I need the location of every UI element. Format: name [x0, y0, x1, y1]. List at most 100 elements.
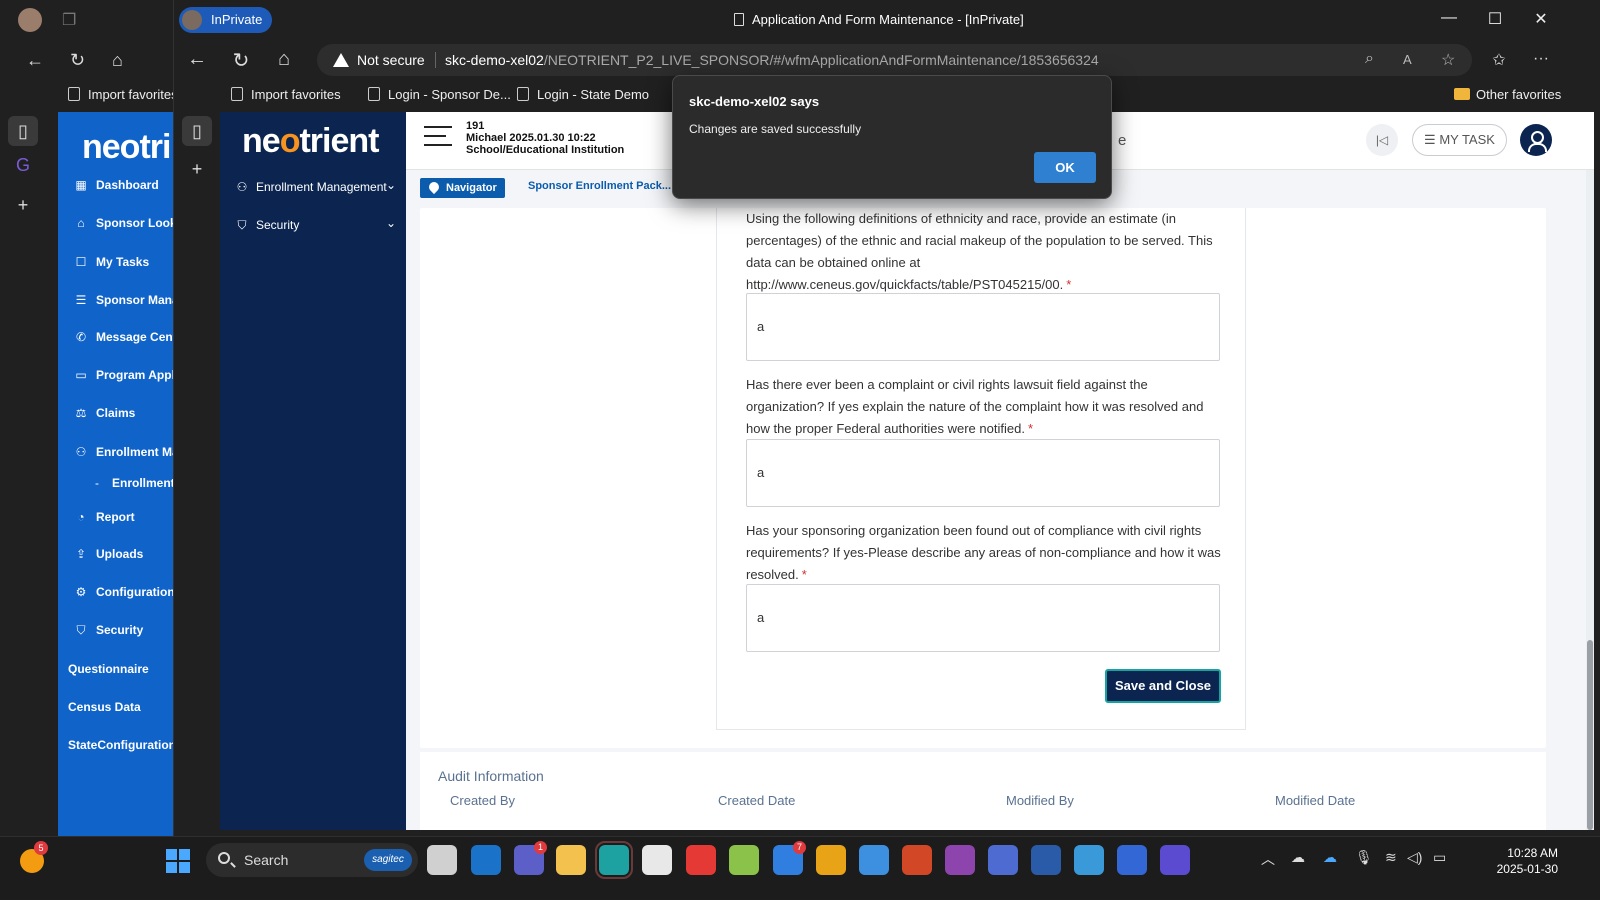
menu-toggle-icon[interactable] [424, 126, 454, 148]
scrollbar-thumb[interactable] [1587, 640, 1593, 830]
address-bar[interactable]: Not secure skc-demo-xel02/NEOTRIENT_P2_L… [317, 44, 1472, 76]
answer-field-1[interactable]: a [746, 293, 1220, 361]
page-tab-icon[interactable]: ▯ [182, 116, 212, 146]
navigator-button[interactable]: Navigator [420, 178, 505, 198]
favorite-star-icon[interactable]: ☆ [1441, 50, 1455, 70]
battery-icon[interactable]: ▭ [1433, 849, 1446, 866]
inprivate-badge[interactable]: InPrivate [179, 7, 273, 33]
favorite-link-state-login[interactable]: Login - State Demo [517, 87, 649, 102]
maximize-button[interactable]: ☐ [1472, 9, 1518, 29]
new-tab-icon[interactable]: + [182, 154, 212, 184]
back-sidebar-item[interactable]: ☰Sponsor Manag [72, 293, 175, 307]
back-arrow-icon[interactable]: ← [182, 48, 212, 71]
scrollbar-track[interactable] [1586, 170, 1594, 830]
minimize-button[interactable]: — [1426, 9, 1472, 27]
wifi-icon[interactable]: ≋ [1385, 849, 1397, 866]
start-button[interactable] [166, 849, 190, 873]
home-icon[interactable]: ⌂ [269, 48, 299, 71]
answer-field-3[interactable]: a [746, 584, 1220, 652]
back-sidebar-item[interactable]: ✆ Message Cent [72, 330, 175, 344]
new-tab-icon[interactable]: + [8, 190, 38, 220]
back-arrow-icon[interactable]: ← [26, 50, 44, 71]
back-sidebar-item[interactable]: ⚖ Claims [72, 406, 136, 420]
sidebar-item-enrollment-management[interactable]: ⚇ Enrollment Management ⌄ [234, 178, 396, 194]
search-tab-icon[interactable]: G [8, 150, 38, 180]
back-sidebar-link[interactable]: Census Data [68, 700, 141, 714]
question-text-1: Using the following definitions of ethni… [746, 211, 1213, 292]
chat-app-icon[interactable] [1117, 845, 1147, 875]
user-profile-icon[interactable] [1520, 124, 1552, 156]
back-sidebar-item[interactable]: ▦ Dashboard [72, 178, 158, 192]
back-sidebar-link[interactable]: Questionnaire [68, 662, 149, 676]
back-sidebar-item[interactable]: ⛉ Security [72, 623, 143, 638]
my-task-button[interactable]: ☰ MY TASK [1412, 124, 1507, 156]
volume-icon[interactable]: ◁) [1407, 849, 1422, 866]
task-view-icon[interactable] [427, 845, 457, 875]
folder-icon [1454, 88, 1470, 100]
taskbar-search[interactable]: Search sagitec [206, 843, 418, 877]
favorite-link[interactable]: Import favorites [68, 87, 178, 102]
question-text-2: Has there ever been a complaint or civil… [746, 377, 1204, 436]
more-menu-icon[interactable]: ··· [1526, 50, 1556, 68]
save-and-close-button[interactable]: Save and Close [1105, 669, 1221, 703]
page-tab-icon[interactable]: ▯ [8, 116, 38, 146]
outlook-icon[interactable] [471, 845, 501, 875]
microphone-icon[interactable]: 🎙 [1355, 849, 1373, 866]
header-context: 191 Michael 2025.01.30 10:22 School/Educ… [466, 120, 624, 156]
header-id: 191 [466, 120, 485, 132]
onedrive-icon[interactable]: ☁ [1323, 849, 1337, 866]
back-sidebar-item[interactable]: ⇪ Uploads [72, 547, 143, 561]
file-explorer-icon[interactable] [556, 845, 586, 875]
breadcrumb[interactable]: Sponsor Enrollment Pack... [528, 180, 671, 192]
cloud-warning-icon[interactable]: ☁ [1291, 849, 1305, 866]
back-sidebar-item[interactable]: ▭Program Applic [72, 368, 175, 382]
sheet-app-icon[interactable] [729, 845, 759, 875]
favorites-icon[interactable]: ✩ [1484, 50, 1514, 70]
powerpoint-icon[interactable] [902, 845, 932, 875]
stack-app-icon[interactable] [816, 845, 846, 875]
media-icon[interactable] [945, 845, 975, 875]
url-text[interactable]: skc-demo-xel02/NEOTRIENT_P2_LIVE_SPONSOR… [445, 52, 1099, 68]
back-vertical-tabs: ▯ G + [0, 112, 58, 852]
back-sidebar-item[interactable]: ⚇Enrollment Man [72, 445, 175, 459]
search-highlight-logo: sagitec [364, 849, 412, 871]
back-sidebar-item[interactable]: ⌂Sponsor Looku [72, 216, 175, 230]
audit-col-modified-date: Modified Date [1275, 793, 1356, 808]
notepad-icon[interactable] [1074, 845, 1104, 875]
previous-icon[interactable]: |◁ [1366, 124, 1398, 156]
security-indicator[interactable]: Not secure [333, 52, 425, 68]
back-nav-toolbar: ← ↻ ⌂ [0, 40, 175, 80]
powershell-icon[interactable] [1031, 845, 1061, 875]
back-sidebar-link[interactable]: StateConfiguration [68, 738, 175, 752]
sidebar-item-security[interactable]: ⛉ Security ⌄ [234, 216, 396, 233]
ok-button[interactable]: OK [1034, 152, 1096, 183]
tab-actions-icon[interactable]: ❐ [62, 10, 76, 30]
bank-icon: ⌂ [77, 216, 85, 230]
back-sidebar-item[interactable]: ☐ My Tasks [72, 255, 150, 269]
header-org-type: School/Educational Institution [466, 144, 625, 156]
read-aloud-icon[interactable]: A [1403, 52, 1412, 67]
back-sidebar-item[interactable]: ◔ Report [72, 510, 134, 524]
back-sidebar-item[interactable]: ⚙ Configurations [72, 585, 175, 599]
clock-time: 10:28 AM [1507, 846, 1558, 860]
back-sidebar-item[interactable]: -Enrollment Lo [88, 476, 175, 490]
favorite-link-sponsor-login[interactable]: Login - Sponsor De... [368, 87, 511, 102]
close-window-button[interactable]: ✕ [1518, 9, 1564, 29]
vivaldi-icon[interactable] [686, 845, 716, 875]
profile-avatar[interactable] [18, 8, 42, 32]
answer-field-2[interactable]: a [746, 439, 1220, 507]
zoom-icon[interactable]: ⌕ [1365, 50, 1374, 68]
chevron-up-icon[interactable]: ︿ [1261, 849, 1275, 869]
refresh-icon[interactable]: ↻ [70, 50, 85, 71]
settings-app-icon[interactable] [988, 845, 1018, 875]
edge-browser-icon[interactable] [595, 841, 633, 879]
favorite-link-import[interactable]: Import favorites [231, 87, 341, 102]
refresh-icon[interactable]: ↻ [226, 48, 256, 73]
photos-icon[interactable] [859, 845, 889, 875]
other-favorites-folder[interactable]: Other favorites [1454, 87, 1561, 102]
s-app-icon[interactable] [642, 845, 672, 875]
neotrient-logo[interactable]: neotrient [242, 122, 379, 161]
home-icon[interactable]: ⌂ [112, 50, 123, 71]
taskbar-clock[interactable]: 10:28 AM 2025-01-30 [1466, 845, 1558, 877]
q-app-icon[interactable] [1160, 845, 1190, 875]
